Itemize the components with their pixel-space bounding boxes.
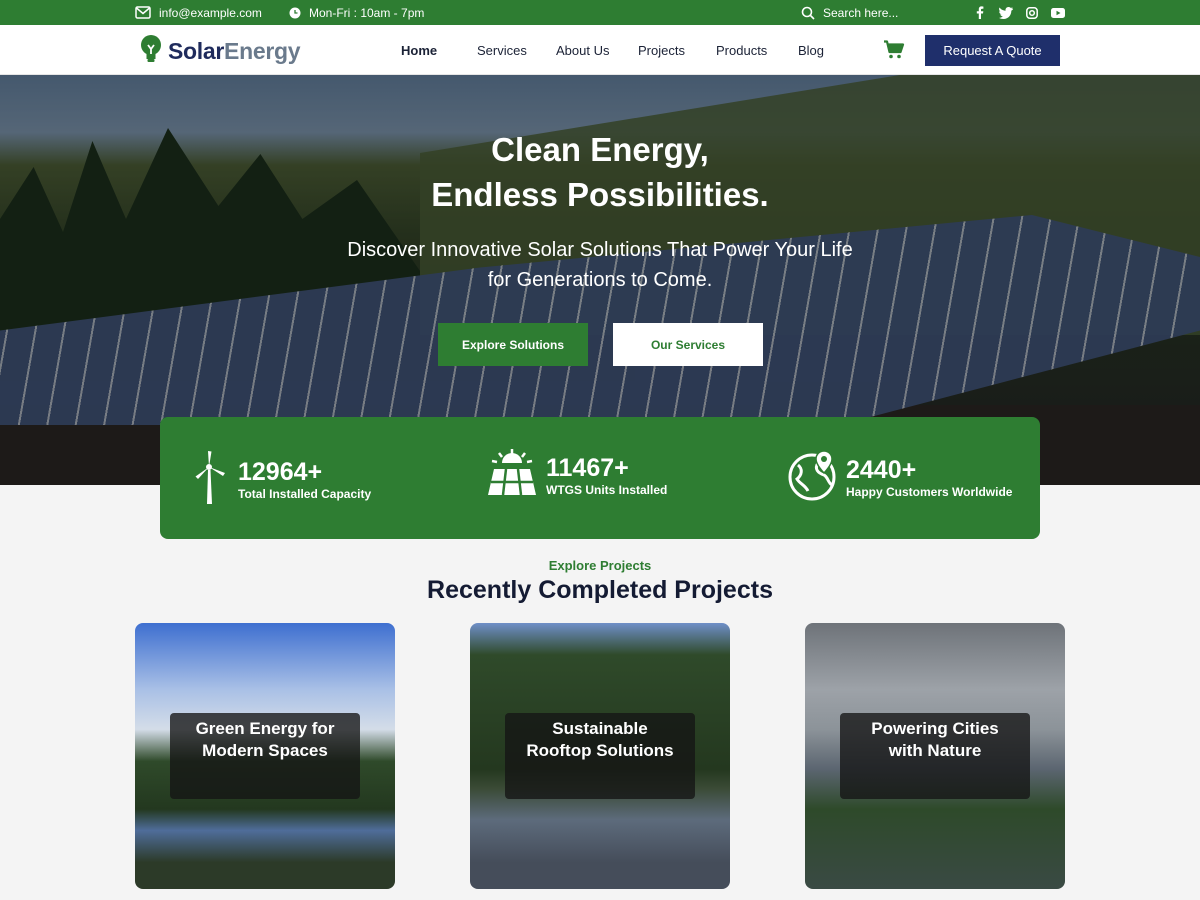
stat-value: 11467+ [546, 453, 629, 482]
globe-pin-icon [788, 449, 838, 506]
business-hours: Mon-Fri : 10am - 7pm [289, 0, 424, 25]
hero-title-line2: Endless Possibilities. [431, 176, 769, 213]
clock-icon [289, 7, 301, 19]
wind-turbine-icon [192, 449, 230, 510]
hero-title-line1: Clean Energy, [491, 131, 709, 168]
nav-products[interactable]: Products [716, 43, 767, 58]
project-card[interactable]: Sustainable Rooftop Solutions [470, 623, 730, 889]
nav-services[interactable]: Services [477, 43, 527, 58]
hero-subtitle-line2: for Generations to Come. [487, 269, 713, 291]
projects-title: Recently Completed Projects [427, 576, 773, 604]
project-card[interactable]: Powering Cities with Nature [805, 623, 1065, 889]
mail-icon [135, 6, 151, 19]
stat-happy-customers: 2440+ Happy Customers Worldwide [788, 449, 1012, 506]
project-caption: Sustainable Rooftop Solutions [505, 713, 695, 799]
search-icon[interactable] [801, 6, 815, 20]
project-caption: Powering Cities with Nature [840, 713, 1030, 799]
youtube-icon[interactable] [1051, 6, 1065, 20]
hero-subtitle-line1: Discover Innovative Solar Solutions That… [347, 239, 853, 261]
social-links [973, 0, 1065, 25]
email-contact[interactable]: info@example.com [135, 0, 262, 25]
search-box[interactable]: Search here... [801, 0, 898, 25]
project-caption-line2: Rooftop Solutions [526, 741, 674, 760]
nav-blog[interactable]: Blog [798, 43, 824, 58]
explore-solutions-button[interactable]: Explore Solutions [438, 323, 588, 366]
top-bar: info@example.com Mon-Fri : 10am - 7pm Se… [0, 0, 1200, 25]
stat-label: WTGS Units Installed [546, 482, 668, 497]
stat-label: Happy Customers Worldwide [846, 484, 1013, 499]
stats-band: 12964+ Total Installed Capacity 11467+ W… [160, 417, 1040, 539]
stat-installed-capacity: 12964+ Total Installed Capacity [192, 449, 371, 510]
search-input[interactable]: Search here... [823, 6, 898, 20]
project-caption: Green Energy for Modern Spaces [170, 713, 360, 799]
solar-panel-icon [486, 449, 538, 502]
main-header: SolarEnergy Home Services About Us Proje… [0, 25, 1200, 75]
nav-home[interactable]: Home [401, 43, 437, 58]
email-text[interactable]: info@example.com [159, 6, 262, 20]
project-caption-line1: Powering Cities [871, 719, 999, 738]
project-caption-line2: with Nature [888, 741, 982, 760]
hero-subtitle: Discover Innovative Solar Solutions That… [300, 235, 900, 295]
cart-icon[interactable] [883, 40, 905, 65]
hero-title: Clean Energy, Endless Possibilities. [0, 127, 1200, 217]
stat-value: 2440+ [846, 455, 917, 484]
projects-eyebrow: Explore Projects [548, 558, 652, 573]
project-card[interactable]: Green Energy for Modern Spaces [135, 623, 395, 889]
project-caption-line1: Green Energy for [195, 719, 335, 738]
project-caption-line1: Sustainable [552, 719, 648, 738]
stat-wtgs-units: 11467+ WTGS Units Installed [486, 449, 667, 502]
nav-about-us[interactable]: About Us [556, 43, 609, 58]
facebook-icon[interactable] [973, 6, 987, 20]
twitter-icon[interactable] [999, 6, 1013, 20]
our-services-button[interactable]: Our Services [613, 323, 763, 366]
project-caption-line2: Modern Spaces [202, 741, 328, 760]
stat-label: Total Installed Capacity [238, 486, 372, 501]
instagram-icon[interactable] [1025, 6, 1039, 20]
nav-projects[interactable]: Projects [638, 43, 685, 58]
hours-text: Mon-Fri : 10am - 7pm [309, 5, 425, 20]
stat-value: 12964+ [238, 457, 323, 486]
request-quote-button[interactable]: Request A Quote [925, 35, 1060, 66]
